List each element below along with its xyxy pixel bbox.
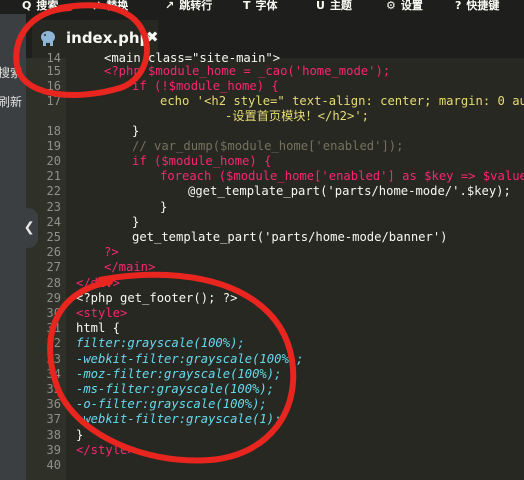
annotation-circle-tab bbox=[13, 2, 150, 98]
annotation-overlay bbox=[13, 2, 297, 464]
annotation-circle-code bbox=[47, 271, 297, 464]
collapse-panel-button[interactable]: ❮ bbox=[20, 208, 38, 248]
